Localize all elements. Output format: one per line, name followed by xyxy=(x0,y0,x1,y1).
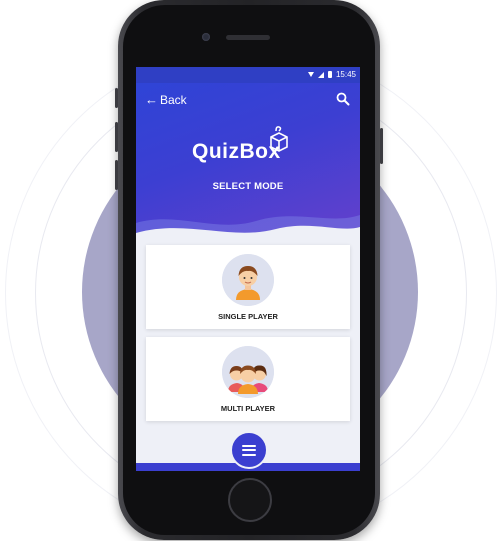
status-bar: 15:45 xyxy=(136,67,360,83)
single-player-label: SINGLE PLAYER xyxy=(218,312,278,321)
gift-box-icon xyxy=(270,126,288,152)
app-screen: 15:45 ← Back QuizBox SELECT MODE SINGLE … xyxy=(136,67,360,471)
home-button[interactable] xyxy=(228,478,272,522)
back-label: Back xyxy=(160,92,187,107)
single-player-card[interactable]: SINGLE PLAYER xyxy=(146,245,350,329)
select-mode-title: SELECT MODE xyxy=(212,181,284,192)
status-time: 15:45 xyxy=(335,70,356,79)
front-camera xyxy=(202,33,210,41)
phone-power-button xyxy=(380,128,383,164)
phone-volume-up xyxy=(115,122,118,152)
back-button[interactable]: ← Back xyxy=(145,92,187,107)
phone-mute-switch xyxy=(115,88,118,108)
quizbox-logo: QuizBox xyxy=(192,125,304,171)
search-icon[interactable] xyxy=(336,92,350,106)
multi-player-avatar-icon xyxy=(222,346,274,398)
signal-icon xyxy=(317,71,324,78)
menu-button[interactable] xyxy=(230,431,268,469)
multi-player-label: MULTI PLAYER xyxy=(220,404,276,413)
multi-player-card[interactable]: MULTI PLAYER xyxy=(146,337,350,421)
phone-volume-down xyxy=(115,160,118,190)
wifi-icon xyxy=(307,72,314,77)
hamburger-menu-icon xyxy=(242,442,256,458)
earpiece-speaker xyxy=(226,35,270,40)
app-header: ← Back QuizBox SELECT MODE xyxy=(136,83,360,253)
single-player-avatar-icon xyxy=(222,254,274,306)
back-arrow-icon: ← xyxy=(145,92,158,107)
battery-icon xyxy=(327,71,332,78)
